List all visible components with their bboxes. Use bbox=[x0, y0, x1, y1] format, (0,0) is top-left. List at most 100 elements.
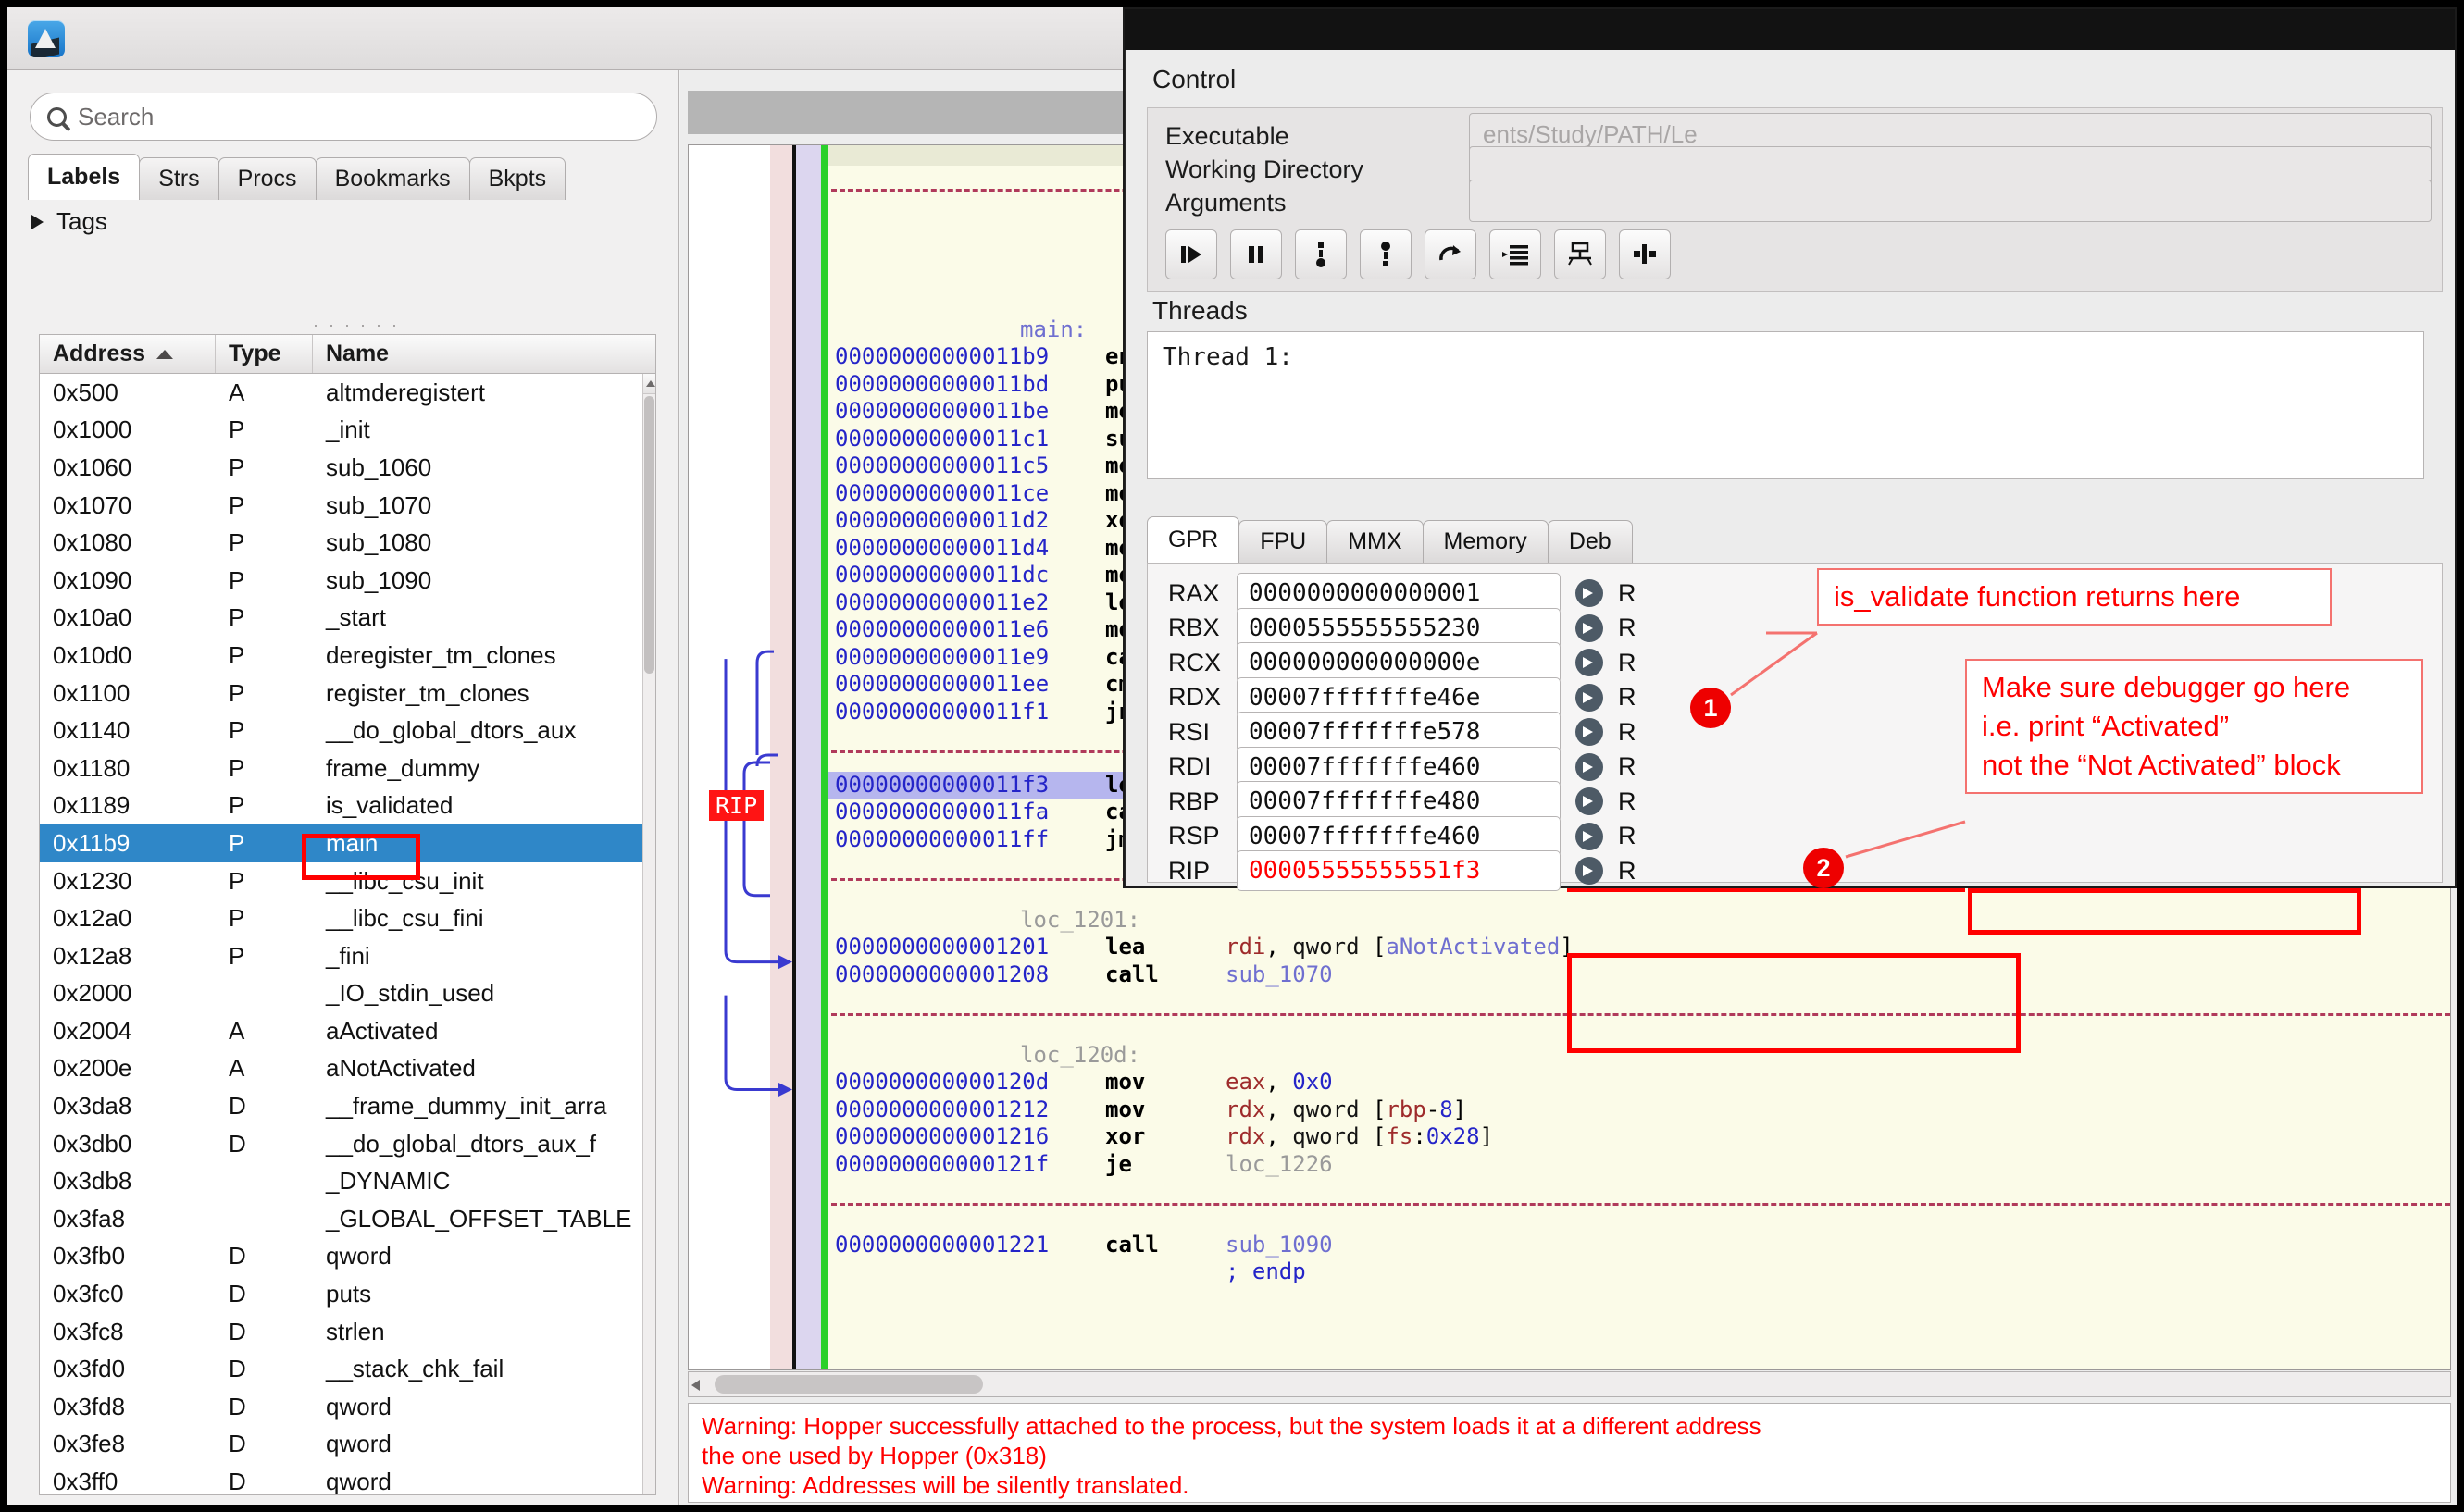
table-row[interactable]: 0x3fd0 D __stack_chk_fail bbox=[40, 1350, 642, 1388]
left-sidebar: Search Labels Strs Procs Bookmarks Bkpts… bbox=[7, 70, 679, 1505]
breakpoints-button[interactable] bbox=[1554, 229, 1606, 279]
cell-address: 0x3fd0 bbox=[53, 1355, 126, 1383]
table-row[interactable]: 0x12a0 P __libc_csu_fini bbox=[40, 899, 642, 937]
step-out-button[interactable] bbox=[1360, 229, 1412, 279]
follow-address-icon[interactable] bbox=[1575, 787, 1603, 815]
tags-disclosure[interactable]: Tags bbox=[31, 207, 107, 236]
tab-labels[interactable]: Labels bbox=[28, 154, 141, 200]
table-row[interactable]: 0x10d0 Pderegister_tm_clones bbox=[40, 637, 642, 675]
table-row[interactable]: 0x1189 Pis_validated bbox=[40, 787, 642, 825]
table-row[interactable]: 0x1140 P __do_global_dtors_aux bbox=[40, 712, 642, 750]
table-row[interactable]: 0x3db0 D __do_global_dtors_aux_f bbox=[40, 1125, 642, 1163]
table-row[interactable]: 0x500 Aaltmderegistert bbox=[40, 374, 642, 412]
tab-memory[interactable]: Memory bbox=[1422, 520, 1549, 563]
warning-line: the one used by Hopper (0x318) bbox=[702, 1442, 1047, 1469]
table-row[interactable]: 0x3fa8 _GLOBAL_OFFSET_TABLE bbox=[40, 1200, 642, 1238]
table-row[interactable]: 0x3fc0 Dputs bbox=[40, 1275, 642, 1313]
cell-name: sub_1060 bbox=[326, 452, 432, 481]
search-field[interactable]: Search bbox=[30, 93, 657, 141]
follow-address-icon[interactable] bbox=[1575, 613, 1603, 642]
table-row[interactable]: 0x3ff0 Dqword bbox=[40, 1463, 642, 1494]
table-row[interactable]: 0x1070 Psub_1070 bbox=[40, 487, 642, 525]
table-row[interactable]: 0x1180 Pframe_dummy bbox=[40, 750, 642, 787]
labels-vertical-scrollbar[interactable] bbox=[642, 374, 655, 1494]
step-into-button[interactable] bbox=[1295, 229, 1347, 279]
table-row[interactable]: 0x3fd8 Dqword bbox=[40, 1388, 642, 1426]
segment-color-strip-lavender bbox=[796, 145, 821, 1369]
tab-mmx[interactable]: MMX bbox=[1326, 520, 1424, 563]
cell-name: qword bbox=[326, 1468, 392, 1494]
continue-button[interactable] bbox=[1165, 229, 1217, 279]
follow-address-icon[interactable] bbox=[1575, 718, 1603, 746]
tab-bookmarks[interactable]: Bookmarks bbox=[315, 157, 470, 200]
tab-strs[interactable]: Strs bbox=[139, 157, 219, 200]
scroll-up-arrow[interactable] bbox=[643, 374, 655, 394]
hscroll-thumb[interactable] bbox=[715, 1375, 983, 1394]
cell-type: P bbox=[229, 904, 245, 933]
run-to-line-button[interactable] bbox=[1489, 229, 1541, 279]
cell-address: 0x1180 bbox=[53, 753, 131, 782]
cell-name: __libc_csu_init bbox=[326, 866, 484, 895]
disasm-line[interactable]: 000000000000120d mov eax, 0x0 bbox=[828, 1069, 2450, 1097]
cell-name: _IO_stdin_used bbox=[326, 979, 495, 1008]
table-row[interactable]: 0x1060 Psub_1060 bbox=[40, 449, 642, 487]
disasm-line[interactable]: 0000000000001216 xor rdx, qword [fs:0x28] bbox=[828, 1123, 2450, 1151]
disasm-line[interactable]: 0000000000001208 call sub_1070 bbox=[828, 961, 2450, 989]
tab-procs[interactable]: Procs bbox=[218, 157, 317, 200]
table-row[interactable]: 0x200e AaNotActivated bbox=[40, 1050, 642, 1088]
tab-debug[interactable]: Deb bbox=[1547, 520, 1633, 563]
table-row[interactable]: 0x3da8 D __frame_dummy_init_arra bbox=[40, 1087, 642, 1125]
scroll-left-arrow[interactable] bbox=[691, 1380, 700, 1391]
table-row[interactable]: 0x1090 Psub_1090 bbox=[40, 562, 642, 600]
table-row[interactable]: 0x10a0 P _start bbox=[40, 600, 642, 638]
threads-list[interactable]: Thread 1: bbox=[1147, 331, 2424, 479]
table-row[interactable]: 0x3fb0 Dqword bbox=[40, 1238, 642, 1276]
tab-gpr[interactable]: GPR bbox=[1147, 516, 1240, 563]
column-header-address[interactable]: Address bbox=[40, 335, 216, 373]
column-resize-handle[interactable]: · · · · · · bbox=[313, 316, 400, 335]
scrollbar-thumb[interactable] bbox=[644, 396, 654, 674]
table-row[interactable]: 0x3fe8 Dqword bbox=[40, 1426, 642, 1464]
table-row[interactable]: 0x2004 AaActivated bbox=[40, 1012, 642, 1050]
pause-button[interactable] bbox=[1230, 229, 1282, 279]
table-row[interactable]: 0x2000 _IO_stdin_used bbox=[40, 975, 642, 1013]
cell-type: D bbox=[229, 1430, 246, 1458]
table-row[interactable]: 0x3fc8 Dstrlen bbox=[40, 1313, 642, 1351]
disasm-line[interactable]: 0000000000001212 mov rdx, qword [rbp-8] bbox=[828, 1097, 2450, 1124]
step-over-button[interactable] bbox=[1425, 229, 1476, 279]
cell-type: D bbox=[229, 1129, 246, 1158]
register-value-input[interactable]: 00005555555551f3 bbox=[1237, 850, 1561, 891]
cell-type: P bbox=[229, 603, 245, 632]
table-row[interactable]: 0x1100 Pregister_tm_clones bbox=[40, 675, 642, 713]
table-row[interactable]: 0x11b9 Pmain bbox=[40, 824, 642, 862]
disassembly-horizontal-scrollbar[interactable] bbox=[688, 1371, 2451, 1397]
table-row[interactable]: 0x12a8 P _fini bbox=[40, 937, 642, 975]
disasm-line[interactable]: 0000000000001201 lea rdi, qword [aNotActiv… bbox=[828, 934, 2450, 961]
column-header-type[interactable]: Type bbox=[216, 335, 313, 373]
tab-fpu[interactable]: FPU bbox=[1238, 520, 1328, 563]
follow-address-icon[interactable] bbox=[1575, 752, 1603, 781]
annotation-callout-2: Make sure debugger go here i.e. print “A… bbox=[1965, 659, 2423, 794]
control-section-title: Control bbox=[1152, 65, 1237, 93]
memory-layout-button[interactable] bbox=[1619, 229, 1671, 279]
follow-address-icon[interactable] bbox=[1575, 683, 1603, 712]
arguments-input[interactable] bbox=[1469, 180, 2432, 222]
annotation-callout-1: is_validate function returns here bbox=[1817, 568, 2332, 626]
follow-address-icon[interactable] bbox=[1575, 649, 1603, 676]
follow-address-icon[interactable] bbox=[1575, 822, 1603, 850]
follow-address-icon[interactable] bbox=[1575, 579, 1603, 607]
column-header-name[interactable]: Name bbox=[313, 335, 655, 373]
table-row[interactable]: 0x1080 Psub_1080 bbox=[40, 524, 642, 562]
cell-name: qword bbox=[326, 1392, 392, 1420]
table-row[interactable]: 0x1000 P _init bbox=[40, 412, 642, 450]
disasm-line[interactable]: 0000000000001221 call sub_1090 bbox=[828, 1232, 2450, 1259]
follow-address-icon[interactable] bbox=[1575, 857, 1603, 885]
disasm-line[interactable]: 000000000000121f je loc_1226 bbox=[828, 1151, 2450, 1179]
table-row[interactable]: 0x3db8 _DYNAMIC bbox=[40, 1162, 642, 1200]
tab-bkpts[interactable]: Bkpts bbox=[468, 157, 566, 200]
block-separator bbox=[828, 1001, 2450, 1029]
table-row[interactable]: 0x1230 P __libc_csu_init bbox=[40, 862, 642, 900]
register-row-rip: RIP 00005555555551f3 R bbox=[1168, 849, 1636, 893]
